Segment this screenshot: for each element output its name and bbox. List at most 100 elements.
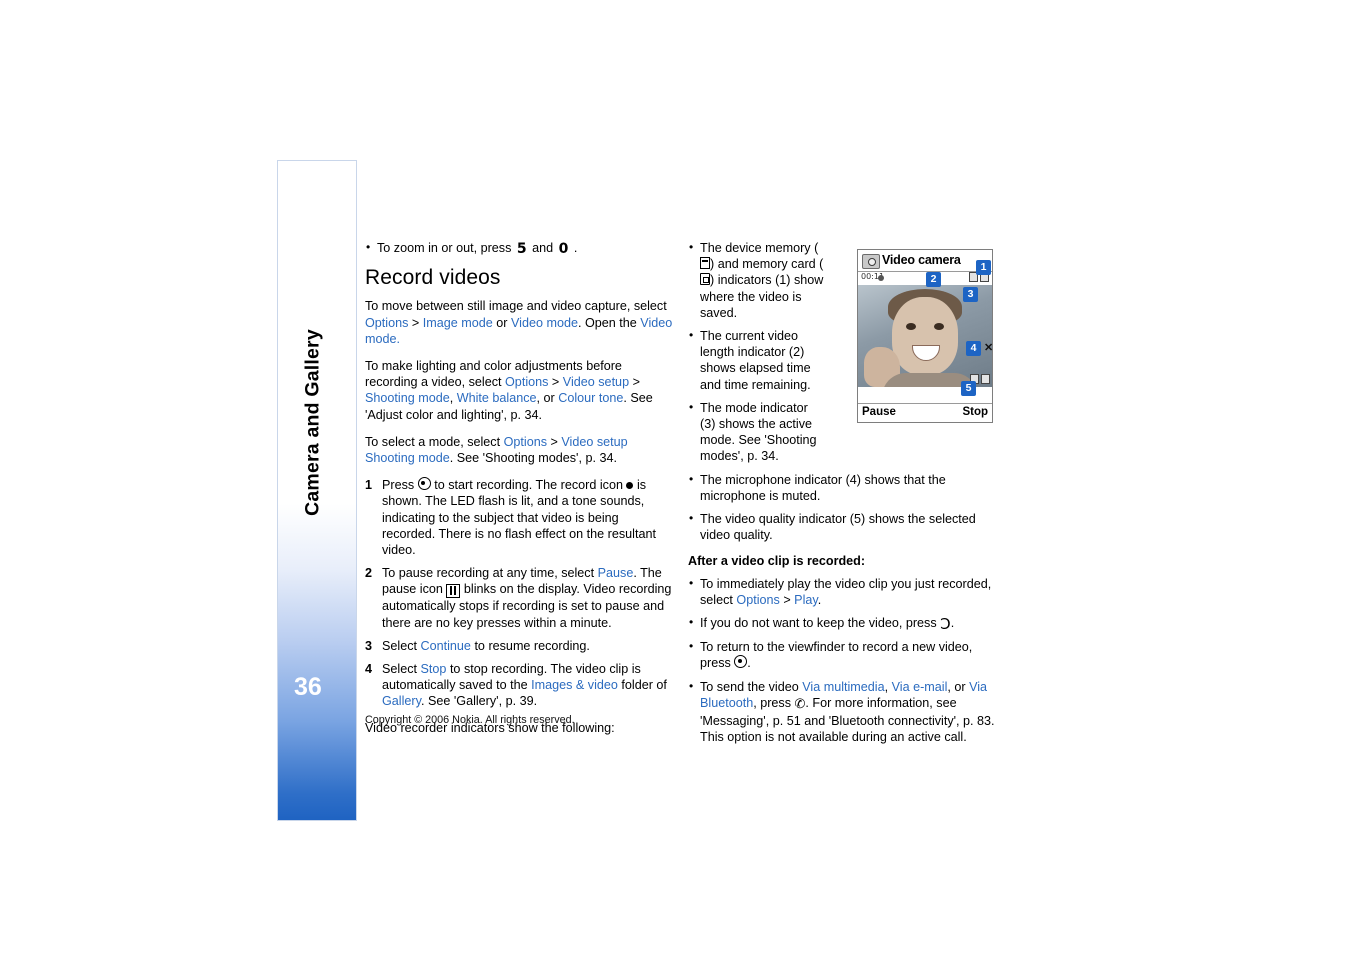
callout-2: 2 xyxy=(926,272,941,287)
callout-3: 3 xyxy=(963,287,978,302)
zoom-bullet-list: To zoom in or out, press 5 and 0 . xyxy=(365,239,675,257)
p1-or: or xyxy=(496,315,508,330)
section-heading: Record videos xyxy=(365,266,501,290)
callout-1: 1 xyxy=(976,260,991,275)
link-white-balance: White balance xyxy=(456,391,537,406)
callout-4: 4 xyxy=(966,341,981,356)
p1-text-c: . xyxy=(396,331,401,346)
key-0: 0 xyxy=(558,241,569,257)
paragraph-move-between-modes: To move between still image and video ca… xyxy=(365,298,675,347)
step-2: To pause recording at any time, select P… xyxy=(365,565,675,631)
step1-post: to start recording. The record icon xyxy=(434,478,623,493)
phone-title-bar: Video camera xyxy=(858,250,992,272)
call-key-icon: ✆ xyxy=(794,696,806,712)
link-video-mode: Video mode xyxy=(510,315,578,330)
paragraph-select-mode: To select a mode, select Options > Video… xyxy=(365,434,675,466)
paragraph-lighting-adjust: To make lighting and color adjustments b… xyxy=(365,358,675,423)
camera-app-icon xyxy=(862,254,880,269)
c2-text-b: . xyxy=(950,616,955,631)
c4-sep-2: , or xyxy=(947,679,966,694)
p3-gt: > xyxy=(550,434,558,449)
link-play: Play xyxy=(794,592,818,607)
chapter-sidebar: Camera and Gallery 36 xyxy=(277,160,357,821)
link-options: Options xyxy=(365,315,409,330)
phone-screen-title: Video camera xyxy=(882,253,961,267)
link-via-multimedia: Via multimedia xyxy=(802,679,885,694)
b4-text: The microphone indicator (4) shows that … xyxy=(700,472,946,503)
key-5: 5 xyxy=(516,241,527,257)
callout-5: 5 xyxy=(961,381,976,396)
b1-text-c: ) indicators (1) show where the video is… xyxy=(700,273,824,320)
soft-key-stop[interactable]: Stop xyxy=(962,406,988,418)
device-memory-icon xyxy=(700,257,710,270)
b1-text-b: ) and memory card ( xyxy=(710,257,824,272)
joystick-icon xyxy=(417,477,431,491)
photo-eye-left xyxy=(906,323,916,330)
phone-status-bar: 00:11 xyxy=(858,272,992,285)
link-shooting-mode: Shooting mode xyxy=(365,391,450,406)
zoom-text-post: . xyxy=(573,241,578,255)
photo-head xyxy=(892,297,958,375)
p2-text-c: , or xyxy=(536,391,555,406)
c3-text-b: . xyxy=(747,656,751,671)
joystick-icon-2 xyxy=(734,655,748,669)
step-4: Select Stop to stop recording. The video… xyxy=(365,661,675,710)
bullet-quality-indicator: The video quality indicator (5) shows th… xyxy=(688,510,998,543)
zoom-text-and: and xyxy=(532,241,554,255)
page-number: 36 xyxy=(294,673,322,701)
c1-gt: > xyxy=(783,592,791,607)
phone-soft-key-bar: Pause Stop xyxy=(858,403,992,422)
record-indicator-icon xyxy=(878,275,884,281)
p2-text-b: , xyxy=(449,391,454,406)
c4-text-a: To send the video xyxy=(700,679,799,694)
step-3: Select Continue to resume recording. xyxy=(365,638,675,654)
link-colour-tone: Colour tone xyxy=(558,391,624,406)
link-options-2: Options xyxy=(505,375,549,390)
step3-pre: Select xyxy=(382,638,418,653)
left-column: To zoom in or out, press 5 and 0 . Recor… xyxy=(365,239,675,747)
bullet-mode-indicator: The mode indicator (3) shows the active … xyxy=(688,399,825,465)
link-pause: Pause xyxy=(597,566,634,581)
b3-text: The mode indicator (3) shows the active … xyxy=(700,400,817,464)
link-shooting-mode-2: Shooting mode xyxy=(365,451,450,466)
bullet-play-clip: To immediately play the video clip you j… xyxy=(688,575,998,608)
bullet-send-video: To send the video Via multimedia, Via e-… xyxy=(688,678,998,746)
link-options-3: Options xyxy=(503,434,548,449)
clear-key-icon: Ɔ xyxy=(940,615,951,634)
link-images-video: Images & video xyxy=(531,678,618,693)
step4-pre: Select xyxy=(382,662,418,677)
soft-key-pause[interactable]: Pause xyxy=(862,406,896,418)
memory-card-icon xyxy=(700,273,710,286)
c1-text-b: . xyxy=(817,592,822,607)
recording-steps-list: Press to start recording. The record ico… xyxy=(365,477,675,709)
p1-text-b: . Open the xyxy=(577,315,637,330)
link-continue: Continue xyxy=(420,638,471,653)
bullet-delete-clip: If you do not want to keep the video, pr… xyxy=(688,614,998,634)
bullet-return-viewfinder: To return to the viewfinder to record a … xyxy=(688,638,998,671)
step-1: Press to start recording. The record ico… xyxy=(365,477,675,558)
bullet-video-length: The current video length indicator (2) s… xyxy=(688,327,825,393)
link-video-setup: Video setup xyxy=(562,375,630,390)
microphone-mute-icon: ✕ xyxy=(984,342,994,354)
after-recorded-bullet-list: To immediately play the video clip you j… xyxy=(688,575,998,746)
record-dot-icon xyxy=(626,482,634,490)
link-options-4: Options xyxy=(736,592,780,607)
step3-post: to resume recording. xyxy=(474,638,590,653)
link-gallery: Gallery xyxy=(382,694,421,709)
bullet-memory-indicators: The device memory () and memory card () … xyxy=(688,239,825,321)
link-via-email: Via e-mail xyxy=(891,679,948,694)
phone-screen-figure: Video camera 00:11 Pause Stop xyxy=(857,249,993,423)
c2-text-a: If you do not want to keep the video, pr… xyxy=(700,616,937,631)
chapter-title: Camera and Gallery xyxy=(301,329,324,516)
zoom-text-pre: To zoom in or out, press xyxy=(377,241,512,255)
b2-text: The current video length indicator (2) s… xyxy=(700,329,811,392)
pause-icon xyxy=(446,584,461,599)
link-video-setup-2: Video setup xyxy=(561,434,628,449)
p3-text-b: . See 'Shooting modes', p. 34. xyxy=(449,451,617,466)
zoom-bullet: To zoom in or out, press 5 and 0 . xyxy=(365,239,675,257)
step4-mid: folder of xyxy=(621,678,667,693)
p2-gt-1: > xyxy=(551,375,560,390)
p2-gt-2: > xyxy=(632,375,640,390)
link-image-mode: Image mode xyxy=(422,315,493,330)
c4-sep-1: , xyxy=(884,679,889,694)
